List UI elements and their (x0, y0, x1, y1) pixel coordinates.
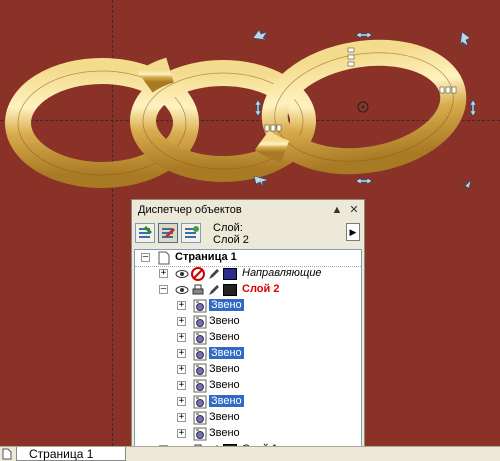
layer-color-swatch[interactable] (223, 268, 237, 280)
group-object-icon (193, 315, 207, 329)
show-properties-button[interactable] (135, 223, 155, 243)
expand-toggle[interactable]: + (177, 429, 186, 438)
object-label: Звено (209, 347, 244, 359)
pencil-icon[interactable] (207, 283, 221, 297)
expand-toggle[interactable]: + (177, 365, 186, 374)
tree-row-guides-layer[interactable]: + Направляющие (135, 266, 361, 282)
group-object-icon (193, 379, 207, 393)
printer-icon[interactable] (191, 283, 205, 297)
tree-row-object[interactable]: + Звено (135, 298, 361, 314)
properties-icon (139, 226, 152, 238)
object-manager-docker: Диспетчер объектов ▲ ✕ Слой: Слой 2 ▶ – … (131, 199, 365, 460)
edit-layers-icon (162, 228, 175, 238)
docker-toolbar: Слой: Слой 2 ▶ (132, 220, 364, 248)
object-label: Звено (209, 427, 240, 439)
pencil-icon[interactable] (207, 267, 221, 281)
tree-row-layer2[interactable]: – Слой 2 (135, 282, 361, 298)
page-label: Страница 1 (175, 251, 237, 263)
group-object-icon (193, 347, 207, 361)
expand-toggle[interactable]: + (177, 413, 186, 422)
expand-toggle[interactable]: + (177, 317, 186, 326)
docker-menu-arrow-button[interactable]: ▶ (346, 223, 360, 241)
eye-icon[interactable] (175, 283, 189, 297)
group-object-icon (193, 363, 207, 377)
expand-toggle[interactable]: + (177, 333, 186, 342)
expand-toggle[interactable]: + (177, 381, 186, 390)
layer-manager-view-button[interactable] (181, 223, 201, 243)
docker-titlebar[interactable]: Диспетчер объектов ▲ ✕ (132, 200, 364, 220)
object-label: Звено (209, 411, 240, 423)
layer-manager-icon (185, 226, 199, 238)
collapse-toggle[interactable]: – (141, 253, 150, 262)
tree-row-object[interactable]: + Звено (135, 426, 361, 442)
current-layer-caption: Слой: (213, 222, 243, 234)
tree-row-object[interactable]: + Звено (135, 362, 361, 378)
tree-row-object[interactable]: + Звено (135, 410, 361, 426)
edit-across-layers-button[interactable] (158, 223, 178, 243)
pin-icon[interactable]: ▲ (330, 203, 344, 217)
group-object-icon (193, 427, 207, 441)
tree-row-object[interactable]: + Звено (135, 314, 361, 330)
tree-row-object[interactable]: + Звено (135, 330, 361, 346)
page-tab[interactable]: Страница 1 (16, 447, 126, 461)
group-object-icon (193, 299, 207, 313)
group-object-icon (193, 411, 207, 425)
expand-toggle[interactable]: + (159, 269, 168, 278)
object-label: Звено (209, 315, 240, 327)
expand-toggle[interactable]: + (177, 397, 186, 406)
page-icon (2, 448, 12, 460)
object-label: Звено (209, 395, 244, 407)
current-layer-value: Слой 2 (213, 234, 249, 246)
no-print-icon[interactable] (191, 267, 205, 281)
object-label: Звено (209, 363, 240, 375)
layer2-label: Слой 2 (242, 283, 280, 295)
tree-row-object[interactable]: + Звено (135, 378, 361, 394)
docker-title: Диспетчер объектов (138, 204, 242, 216)
tree-row-page[interactable]: – Страница 1 (135, 250, 361, 267)
current-layer-label: Слой: Слой 2 (213, 222, 249, 246)
close-icon[interactable]: ✕ (347, 203, 361, 217)
object-label: Звено (209, 331, 240, 343)
object-tree: – Страница 1 + Направляющие – Слой 2 + Зв… (134, 249, 362, 459)
layer-color-swatch[interactable] (223, 284, 237, 296)
guides-layer-label: Направляющие (242, 267, 322, 279)
object-label: Звено (209, 299, 244, 311)
eye-icon[interactable] (175, 267, 189, 281)
group-object-icon (193, 331, 207, 345)
page-tab-bar: Страница 1 (0, 446, 500, 461)
expand-toggle[interactable]: + (177, 301, 186, 310)
group-object-icon (193, 395, 207, 409)
expand-toggle[interactable]: + (177, 349, 186, 358)
tree-row-object[interactable]: + Звено (135, 394, 361, 410)
page-icon (158, 251, 170, 265)
tree-row-object[interactable]: + Звено (135, 346, 361, 362)
collapse-toggle[interactable]: – (159, 285, 168, 294)
object-label: Звено (209, 379, 240, 391)
